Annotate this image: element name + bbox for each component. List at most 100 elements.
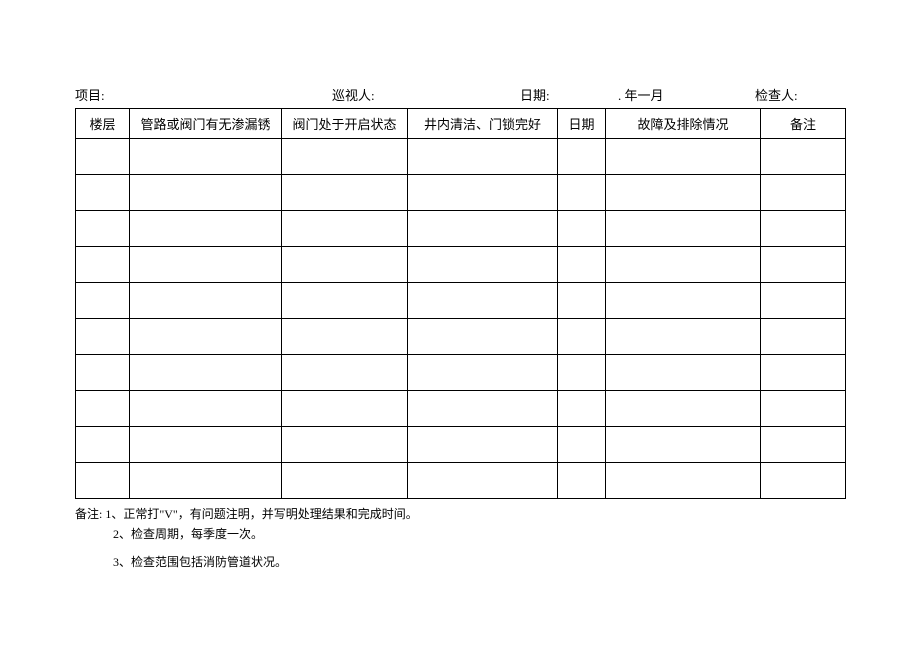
- project-label: 项目:: [75, 85, 332, 104]
- table-cell: [130, 391, 282, 427]
- table-cell: [130, 139, 282, 175]
- table-cell: [606, 139, 761, 175]
- table-cell: [76, 139, 130, 175]
- table-cell: [558, 211, 606, 247]
- table-cell: [408, 391, 558, 427]
- table-cell: [282, 247, 408, 283]
- table-cell: [130, 283, 282, 319]
- table-cell: [558, 355, 606, 391]
- col-header-remark: 备注: [761, 109, 846, 139]
- note-line-1: 备注: 1、正常打"V"，有问题注明，并写明处理结果和完成时间。: [75, 505, 845, 523]
- table-cell: [408, 175, 558, 211]
- notes-section: 备注: 1、正常打"V"，有问题注明，并写明处理结果和完成时间。 2、检查周期，…: [75, 505, 845, 571]
- inspection-table: 楼层 管路或阀门有无渗漏锈 阀门处于开启状态 井内清洁、门锁完好 日期 故障及排…: [75, 108, 846, 499]
- table-cell: [76, 283, 130, 319]
- table-cell: [76, 319, 130, 355]
- table-cell: [282, 427, 408, 463]
- table-cell: [606, 463, 761, 499]
- table-cell: [606, 319, 761, 355]
- table-cell: [282, 211, 408, 247]
- col-header-fault: 故障及排除情况: [606, 109, 761, 139]
- col-header-valve-open: 阀门处于开启状态: [282, 109, 408, 139]
- table-cell: [761, 139, 846, 175]
- table-cell: [282, 319, 408, 355]
- table-cell: [408, 211, 558, 247]
- table-cell: [761, 283, 846, 319]
- table-row: [76, 247, 846, 283]
- col-header-pipe-leak: 管路或阀门有无渗漏锈: [130, 109, 282, 139]
- table-cell: [408, 247, 558, 283]
- table-cell: [130, 463, 282, 499]
- table-cell: [408, 139, 558, 175]
- table-cell: [761, 427, 846, 463]
- notes-prefix: 备注:: [75, 507, 102, 521]
- table-cell: [761, 319, 846, 355]
- table-cell: [558, 391, 606, 427]
- table-cell: [558, 247, 606, 283]
- table-cell: [606, 247, 761, 283]
- table-cell: [761, 355, 846, 391]
- table-cell: [606, 211, 761, 247]
- table-cell: [606, 391, 761, 427]
- table-cell: [282, 139, 408, 175]
- table-cell: [282, 391, 408, 427]
- table-cell: [282, 355, 408, 391]
- table-cell: [282, 175, 408, 211]
- table-cell: [761, 175, 846, 211]
- table-body: [76, 139, 846, 499]
- table-cell: [408, 319, 558, 355]
- table-cell: [76, 355, 130, 391]
- table-cell: [558, 463, 606, 499]
- table-row: [76, 391, 846, 427]
- note-line-2: 2、检查周期，每季度一次。: [75, 525, 845, 543]
- table-cell: [408, 283, 558, 319]
- table-cell: [408, 463, 558, 499]
- table-cell: [76, 463, 130, 499]
- date-value: . 年一月: [618, 85, 755, 104]
- table-cell: [130, 247, 282, 283]
- table-cell: [130, 355, 282, 391]
- table-row: [76, 283, 846, 319]
- table-cell: [282, 283, 408, 319]
- table-cell: [761, 211, 846, 247]
- table-cell: [408, 427, 558, 463]
- note-item-2: 2、检查周期，每季度一次。: [113, 527, 263, 541]
- table-cell: [282, 463, 408, 499]
- date-label: 日期:: [520, 85, 618, 104]
- table-row: [76, 427, 846, 463]
- table-cell: [558, 427, 606, 463]
- table-cell: [408, 355, 558, 391]
- table-row: [76, 319, 846, 355]
- table-cell: [558, 283, 606, 319]
- header-row: 项目: 巡视人: 日期: . 年一月 检查人:: [75, 85, 845, 104]
- table-row: [76, 463, 846, 499]
- table-cell: [606, 283, 761, 319]
- table-cell: [130, 427, 282, 463]
- table-cell: [606, 355, 761, 391]
- table-cell: [558, 175, 606, 211]
- table-cell: [76, 427, 130, 463]
- table-cell: [558, 319, 606, 355]
- table-cell: [130, 175, 282, 211]
- table-cell: [76, 247, 130, 283]
- table-cell: [761, 247, 846, 283]
- table-cell: [130, 211, 282, 247]
- col-header-clean-lock: 井内清洁、门锁完好: [408, 109, 558, 139]
- checker-label: 检查人:: [755, 85, 845, 104]
- col-header-floor: 楼层: [76, 109, 130, 139]
- table-row: [76, 139, 846, 175]
- note-item-1: 1、正常打"V"，有问题注明，并写明处理结果和完成时间。: [105, 507, 417, 521]
- table-cell: [130, 319, 282, 355]
- note-item-3: 3、检查范围包括消防管道状况。: [113, 555, 287, 569]
- inspector-label: 巡视人:: [332, 85, 520, 104]
- table-cell: [606, 427, 761, 463]
- note-line-3: 3、检查范围包括消防管道状况。: [75, 553, 845, 571]
- table-row: [76, 211, 846, 247]
- table-cell: [76, 175, 130, 211]
- table-cell: [76, 391, 130, 427]
- table-cell: [761, 391, 846, 427]
- table-row: [76, 355, 846, 391]
- table-header-row: 楼层 管路或阀门有无渗漏锈 阀门处于开启状态 井内清洁、门锁完好 日期 故障及排…: [76, 109, 846, 139]
- table-cell: [558, 139, 606, 175]
- table-cell: [761, 463, 846, 499]
